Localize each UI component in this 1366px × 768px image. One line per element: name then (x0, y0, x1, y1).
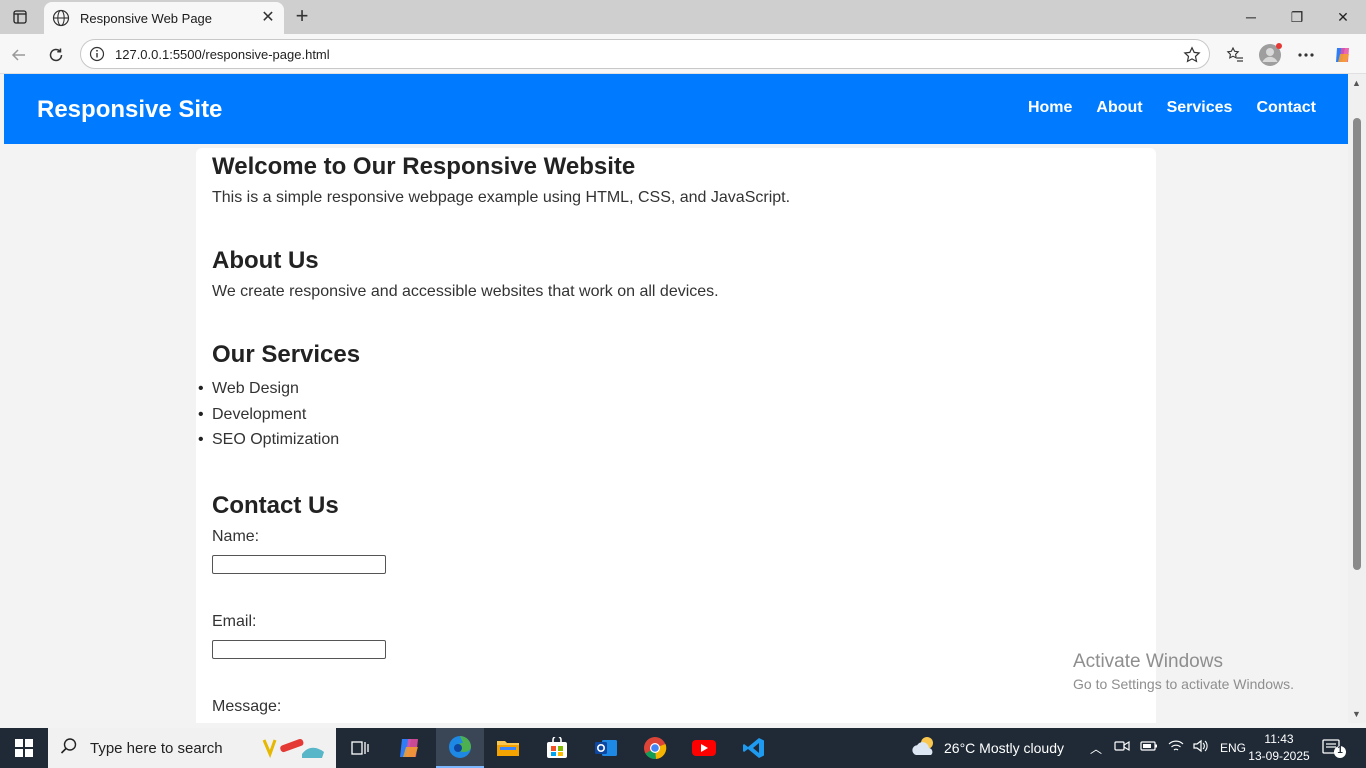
page-scrollbar[interactable]: ▲ ▼ (1348, 74, 1366, 723)
taskbar: Type here to search 26°C Mostly cloudy ︿ (0, 728, 1366, 768)
info-icon[interactable] (89, 46, 105, 62)
email-label: Email: (212, 612, 257, 630)
copilot-icon[interactable] (1330, 42, 1356, 68)
back-icon[interactable] (6, 42, 32, 68)
scroll-thumb[interactable] (1353, 118, 1361, 570)
battery-icon[interactable] (1140, 739, 1158, 757)
browser-tab[interactable]: Responsive Web Page ✕ (44, 2, 284, 34)
weather-widget[interactable]: 26°C Mostly cloudy (910, 728, 1064, 768)
url-text: 127.0.0.1:5500/responsive-page.html (115, 46, 330, 62)
site-nav: Home About Services Contact (1028, 99, 1316, 117)
notification-count: 1 (1337, 745, 1343, 756)
restore-icon[interactable]: ❐ (1274, 0, 1320, 34)
show-hidden-icons-icon[interactable]: ︿ (1090, 740, 1102, 757)
nav-services[interactable]: Services (1167, 99, 1233, 117)
wifi-icon[interactable] (1168, 739, 1184, 758)
vscode-icon[interactable] (730, 728, 778, 768)
about-text: We create responsive and accessible webs… (212, 283, 719, 300)
meet-now-icon[interactable] (1114, 739, 1130, 758)
message-field[interactable] (212, 722, 377, 723)
nav-contact[interactable]: Contact (1256, 99, 1316, 117)
email-field[interactable] (212, 639, 386, 659)
taskbar-clock[interactable]: 11:43 13-09-2025 (1247, 731, 1311, 765)
notification-icon[interactable]: 1 (1320, 736, 1348, 760)
about-section: About Us We create responsive and access… (212, 246, 1140, 302)
new-tab-icon[interactable]: + (291, 5, 313, 28)
microsoft-store-icon[interactable] (533, 728, 581, 768)
name-label: Name: (212, 527, 260, 545)
favorites-icon[interactable] (1222, 42, 1248, 68)
welcome-text: This is a simple responsive webpage exam… (212, 189, 791, 206)
search-icon (60, 737, 78, 760)
site-logo[interactable]: Responsive Site (37, 96, 222, 124)
chrome-icon[interactable] (631, 728, 679, 768)
file-explorer-icon[interactable] (484, 728, 532, 768)
clock-time: 11:43 (1264, 732, 1294, 746)
minimize-icon[interactable]: ─ (1228, 0, 1274, 34)
system-tray: ︿ ENG (1090, 728, 1246, 768)
taskbar-search[interactable]: Type here to search (48, 728, 336, 768)
services-title: Our Services (212, 341, 361, 368)
tab-title: Responsive Web Page (80, 10, 213, 26)
browser-toolbar: 127.0.0.1:5500/responsive-page.html (0, 34, 1366, 74)
weather-text: 26°C Mostly cloudy (944, 740, 1064, 756)
profile-avatar-icon[interactable] (1257, 42, 1283, 68)
about-title: About Us (212, 247, 319, 274)
watermark-line2: Go to Settings to activate Windows. (1073, 676, 1294, 692)
copilot-app-icon[interactable] (386, 728, 434, 768)
name-field[interactable] (212, 554, 386, 574)
edge-browser-icon[interactable] (436, 728, 484, 768)
page-viewport: Responsive Site Home About Services Cont… (4, 74, 1348, 723)
address-bar[interactable]: 127.0.0.1:5500/responsive-page.html (80, 39, 1210, 69)
activate-windows-watermark: Activate Windows Go to Settings to activ… (1073, 651, 1294, 695)
services-list: Web Design Development SEO Optimization (198, 376, 1140, 453)
refresh-icon[interactable] (43, 42, 69, 68)
globe-icon (52, 9, 70, 27)
nav-about[interactable]: About (1096, 99, 1142, 117)
browser-tab-bar: Responsive Web Page ✕ + ─ ❐ ✕ (0, 0, 1366, 34)
favorite-star-icon[interactable] (1183, 46, 1201, 64)
search-highlight-icon (262, 734, 328, 767)
close-tab-icon[interactable]: ✕ (260, 10, 276, 26)
site-header: Responsive Site Home About Services Cont… (4, 74, 1348, 144)
contact-title: Contact Us (212, 491, 339, 519)
welcome-title: Welcome to Our Responsive Website (212, 153, 636, 180)
main-content: Welcome to Our Responsive Website This i… (196, 148, 1156, 723)
search-placeholder: Type here to search (90, 739, 223, 757)
watermark-line1: Activate Windows (1073, 651, 1223, 672)
services-section: Our Services Web Design Development SEO … (198, 340, 1140, 453)
list-item: Development (198, 402, 1140, 428)
task-view-icon[interactable] (336, 728, 384, 768)
clock-date: 13-09-2025 (1248, 749, 1310, 763)
youtube-icon[interactable] (680, 728, 728, 768)
message-label: Message: (212, 697, 282, 715)
scroll-down-icon[interactable]: ▼ (1352, 709, 1361, 719)
tab-actions-icon[interactable] (8, 6, 32, 28)
outlook-icon[interactable] (582, 728, 630, 768)
language-indicator[interactable]: ENG (1220, 741, 1246, 755)
windows-start-icon[interactable] (0, 728, 48, 768)
scroll-up-icon[interactable]: ▲ (1352, 78, 1361, 88)
list-item: Web Design (198, 376, 1140, 402)
volume-icon[interactable] (1192, 739, 1208, 758)
partly-cloudy-icon (910, 735, 938, 762)
contact-section: Contact Us Name: Email: Message: (212, 491, 1140, 723)
welcome-section: Welcome to Our Responsive Website This i… (212, 152, 1140, 208)
list-item: SEO Optimization (198, 427, 1140, 453)
close-window-icon[interactable]: ✕ (1320, 0, 1366, 34)
more-options-icon[interactable] (1293, 42, 1319, 68)
nav-home[interactable]: Home (1028, 99, 1072, 117)
